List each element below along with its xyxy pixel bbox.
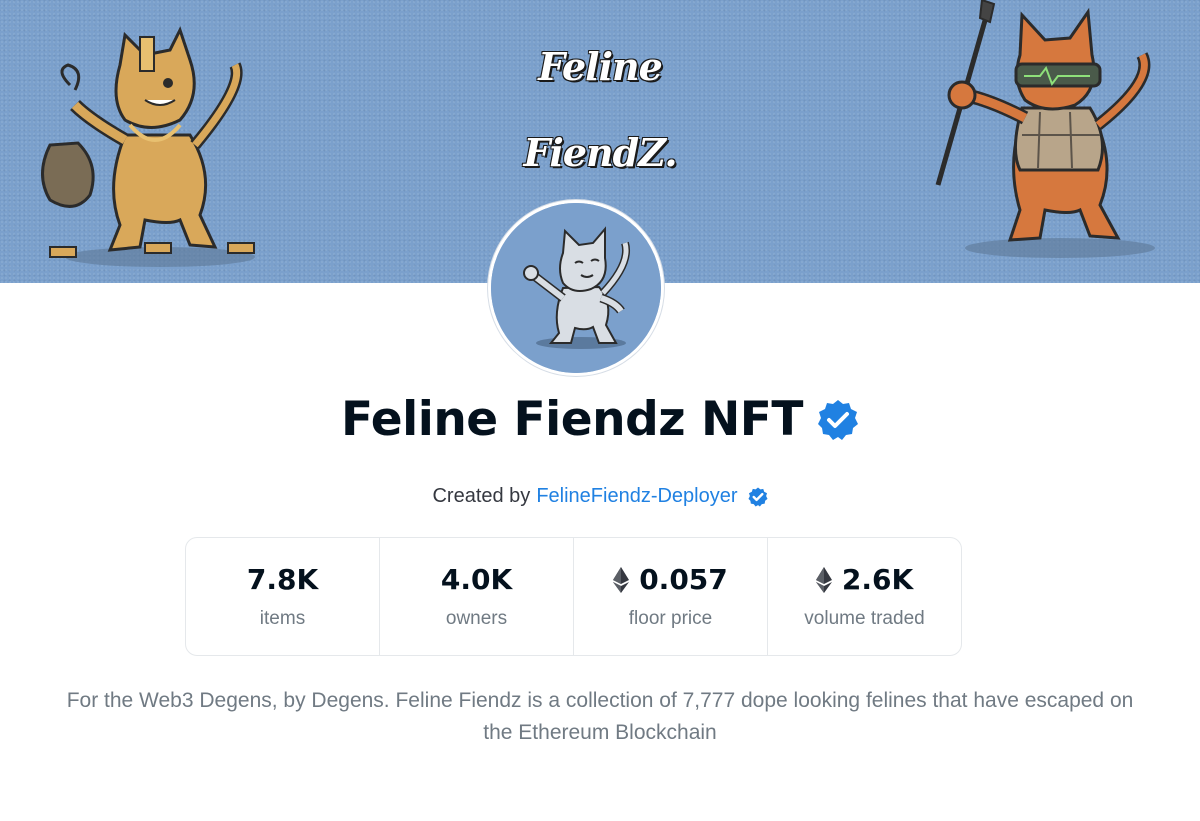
- collection-avatar: [488, 200, 664, 376]
- banner-logo-line2: FiendZ.: [523, 130, 677, 175]
- stat-items[interactable]: 7.8K items: [186, 538, 380, 655]
- stat-items-label: items: [259, 608, 306, 629]
- stat-floor-price[interactable]: 0.057 floor price: [574, 538, 768, 655]
- eth-icon: [815, 566, 832, 593]
- stat-volume-traded[interactable]: 2.6K volume traded: [768, 538, 961, 655]
- collection-stats: 7.8K items 4.0K owners 0.057 floor price: [185, 537, 962, 656]
- stat-floor-price-label: floor price: [628, 608, 713, 629]
- collection-title: Feline Fiendz NFT: [341, 392, 803, 447]
- stat-value: 7.8K: [247, 563, 318, 596]
- collection-description: For the Web3 Degens, by Degens. Feline F…: [66, 689, 1134, 744]
- created-by-label: Created by: [432, 485, 531, 507]
- stat-owners-label: owners: [445, 608, 508, 629]
- stat-volume-traded-value: 2.6K: [841, 563, 914, 596]
- stat-volume-traded-label: volume traded: [804, 608, 925, 629]
- stat-owners[interactable]: 4.0K owners: [380, 538, 574, 655]
- stat-value: 0.057: [613, 563, 728, 596]
- verified-badge-icon: [817, 399, 858, 440]
- avatar-cat-illustration: [491, 203, 661, 373]
- stat-items-value: 7.8K: [246, 563, 319, 596]
- stat-floor-price-value: 0.057: [639, 563, 728, 596]
- eth-icon: [613, 566, 630, 593]
- stat-owners-value: 4.0K: [440, 563, 513, 596]
- stat-value: 2.6K: [815, 563, 914, 596]
- stat-value: 4.0K: [441, 563, 512, 596]
- creator-verified-badge-icon: [747, 486, 768, 507]
- banner-logo-line1: Feline: [538, 44, 663, 89]
- collection-title-row: Feline Fiendz NFT: [0, 392, 1200, 447]
- created-by-row: Created by FelineFiendz-Deployer: [0, 485, 1200, 508]
- creator-link[interactable]: FelineFiendz-Deployer: [536, 485, 737, 508]
